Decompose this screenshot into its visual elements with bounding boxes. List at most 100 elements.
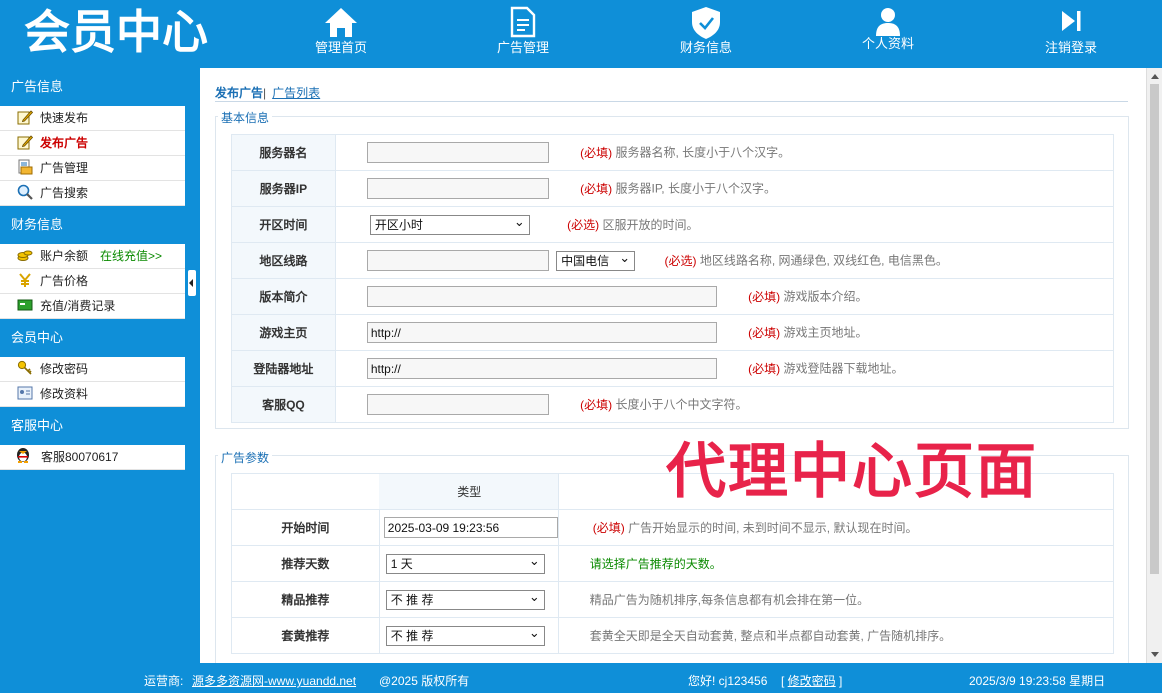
operator-label: 运营商:: [144, 674, 184, 688]
premium-recommend-label: 精品推荐: [231, 581, 380, 618]
open-time-select-value: 开区小时: [374, 217, 423, 232]
yen-icon: [17, 272, 33, 288]
region-line-input[interactable]: [366, 250, 549, 271]
sidebar-item-label: 发布广告: [40, 136, 89, 150]
sidebar-item-records[interactable]: 充值/消费记录: [0, 294, 185, 319]
open-time-select[interactable]: 开区小时: [369, 213, 530, 235]
table-row: 版本简介 (必填) 游戏版本介绍。: [231, 278, 1115, 315]
pencil-icon: [17, 109, 34, 125]
nav-profile[interactable]: 个人资料: [828, 0, 948, 68]
version-intro-input[interactable]: [366, 286, 717, 307]
sidebar-list: 快速发布 发布广告 广告管理 广告搜索: [0, 106, 185, 206]
sidebar-item-ad-manage[interactable]: 广告管理: [0, 156, 185, 181]
breadcrumb-ad-list-link[interactable]: 广告列表: [272, 86, 320, 100]
service-qq-input[interactable]: [366, 394, 549, 415]
footer-bar: 运营商: 源多多资源网-www.yuandd.net @2025 版权所有 您好…: [0, 663, 1162, 693]
nav-logout[interactable]: 注销登录: [1011, 0, 1131, 68]
game-homepage-label: 游戏主页: [231, 314, 336, 351]
required-mark: (必选): [664, 253, 697, 268]
sidebar-list: 客服80070617: [0, 445, 185, 470]
site-logo: 会员中心: [24, 5, 208, 59]
sidebar-list: 账户余额 在线充值>> 广告价格 充值/消费记录: [0, 244, 185, 319]
coins-icon: [17, 247, 33, 263]
scroll-up-icon[interactable]: [1151, 74, 1159, 79]
scrollbar-thumb[interactable]: [1150, 84, 1159, 574]
service-qq-label: 客服QQ: [231, 386, 336, 423]
table-row: 精品推荐 不 推 荐 精品广告为随机排序,每条信息都有机会排在第一位。: [231, 581, 1115, 618]
folder-icon: [17, 159, 33, 175]
nav-ads[interactable]: 广告管理: [463, 0, 583, 68]
launcher-url-input[interactable]: [366, 358, 717, 379]
sidebar-item-publish-ad[interactable]: 发布广告: [0, 131, 185, 156]
copyright-text: @2025 版权所有: [379, 674, 470, 688]
main-content: 发布广告| 广告列表 基本信息 服务器名 (必填) 服务器名称, 长度小于八个汉字…: [200, 68, 1146, 663]
start-time-input[interactable]: [383, 517, 558, 538]
sidebar-item-ad-price[interactable]: 广告价格: [0, 269, 185, 294]
breadcrumb-separator: |: [263, 86, 267, 100]
top-header: 会员中心 管理首页 广告管理 财务信息 个人资料 注销登录: [0, 0, 1162, 68]
carrier-select[interactable]: 中国电信: [556, 249, 636, 271]
sidebar-item-quick-publish[interactable]: 快速发布: [0, 106, 185, 131]
field-hint: 广告开始显示的时间, 未到时间不显示, 默认现在时间。: [624, 521, 918, 535]
game-homepage-input[interactable]: [366, 322, 717, 343]
magnifier-icon: [17, 184, 33, 200]
sidebar-item-label: 修改资料: [40, 387, 89, 401]
recommend-days-select[interactable]: 1 天: [385, 552, 545, 574]
premium-recommend-select[interactable]: 不 推 荐: [385, 588, 545, 610]
required-mark: (必填): [580, 181, 613, 196]
sidebar-item-customer-service[interactable]: 客服80070617: [0, 445, 185, 470]
overlay-banner-text: 代理中心页面: [666, 437, 1038, 507]
type-header: 类型: [379, 473, 559, 510]
collapse-arrow-icon[interactable]: [188, 270, 196, 296]
scroll-down-icon[interactable]: [1151, 652, 1159, 657]
highlight-recommend-select-value: 不 推 荐: [390, 628, 434, 643]
required-mark: (必填): [748, 325, 781, 340]
field-hint: 游戏版本介绍。: [780, 289, 868, 304]
qq-penguin-icon: [14, 446, 34, 463]
vertical-scrollbar[interactable]: [1146, 68, 1162, 663]
sidebar-item-label: 快速发布: [40, 111, 89, 125]
footer-change-password-link[interactable]: 修改密码: [788, 674, 836, 688]
online-recharge-link[interactable]: 在线充值>>: [100, 249, 162, 263]
required-mark: (必填): [748, 361, 781, 376]
home-icon: [281, 0, 401, 40]
user-greeting: 您好! cj123456: [688, 674, 768, 688]
region-line-label: 地区线路: [231, 242, 336, 279]
basic-info-legend: 基本信息: [218, 109, 273, 126]
sidebar-item-ad-search[interactable]: 广告搜索: [0, 181, 185, 206]
nav-home[interactable]: 管理首页: [281, 0, 401, 68]
table-row: 开区时间 开区小时 (必选) 区服开放的时间。: [231, 206, 1115, 243]
card-icon: [17, 297, 33, 313]
field-hint: 精品广告为随机排序,每条信息都有机会排在第一位。: [589, 593, 870, 607]
nav-home-label: 管理首页: [314, 40, 367, 55]
server-ip-input[interactable]: [366, 178, 549, 199]
sidebar-item-balance[interactable]: 账户余额 在线充值>>: [0, 244, 185, 269]
sidebar-item-label: 充值/消费记录: [40, 299, 116, 313]
document-icon: [463, 0, 583, 40]
breadcrumb-divider: [215, 101, 1128, 102]
left-sidebar: 广告信息 快速发布 发布广告 广告管理 广告搜索 财务信息 账户余额 在线充值>>…: [0, 68, 185, 663]
table-row: 登陆器地址 (必填) 游戏登陆器下载地址。: [231, 350, 1115, 387]
field-hint: 区服开放的时间。: [599, 217, 699, 232]
field-hint: 服务器IP, 长度小于八个汉字。: [612, 181, 776, 196]
sidebar-item-change-password[interactable]: 修改密码: [0, 357, 185, 382]
open-time-label: 开区时间: [231, 206, 336, 243]
required-mark: (必填): [592, 521, 625, 535]
nav-finance[interactable]: 财务信息: [646, 0, 766, 68]
sidebar-item-edit-profile[interactable]: 修改资料: [0, 382, 185, 407]
table-row: 服务器IP (必填) 服务器IP, 长度小于八个汉字。: [231, 170, 1115, 207]
start-time-label: 开始时间: [231, 509, 380, 546]
field-hint: 长度小于八个中文字符。: [612, 397, 748, 412]
pencil-icon: [17, 134, 34, 150]
server-name-input[interactable]: [366, 142, 549, 163]
table-row: 推荐天数 1 天 请选择广告推荐的天数。: [231, 545, 1115, 582]
nav-ads-label: 广告管理: [496, 40, 549, 55]
sidebar-item-label: 客服80070617: [41, 450, 119, 464]
sidebar-splitter[interactable]: [185, 68, 200, 663]
operator-link[interactable]: 源多多资源网-www.yuandd.net: [192, 672, 356, 689]
required-mark: (必填): [580, 145, 613, 160]
sidebar-item-label: 账户余额: [40, 249, 89, 263]
highlight-recommend-select[interactable]: 不 推 荐: [385, 624, 545, 646]
sidebar-item-label: 修改密码: [40, 362, 89, 376]
recommend-days-select-value: 1 天: [390, 556, 413, 571]
